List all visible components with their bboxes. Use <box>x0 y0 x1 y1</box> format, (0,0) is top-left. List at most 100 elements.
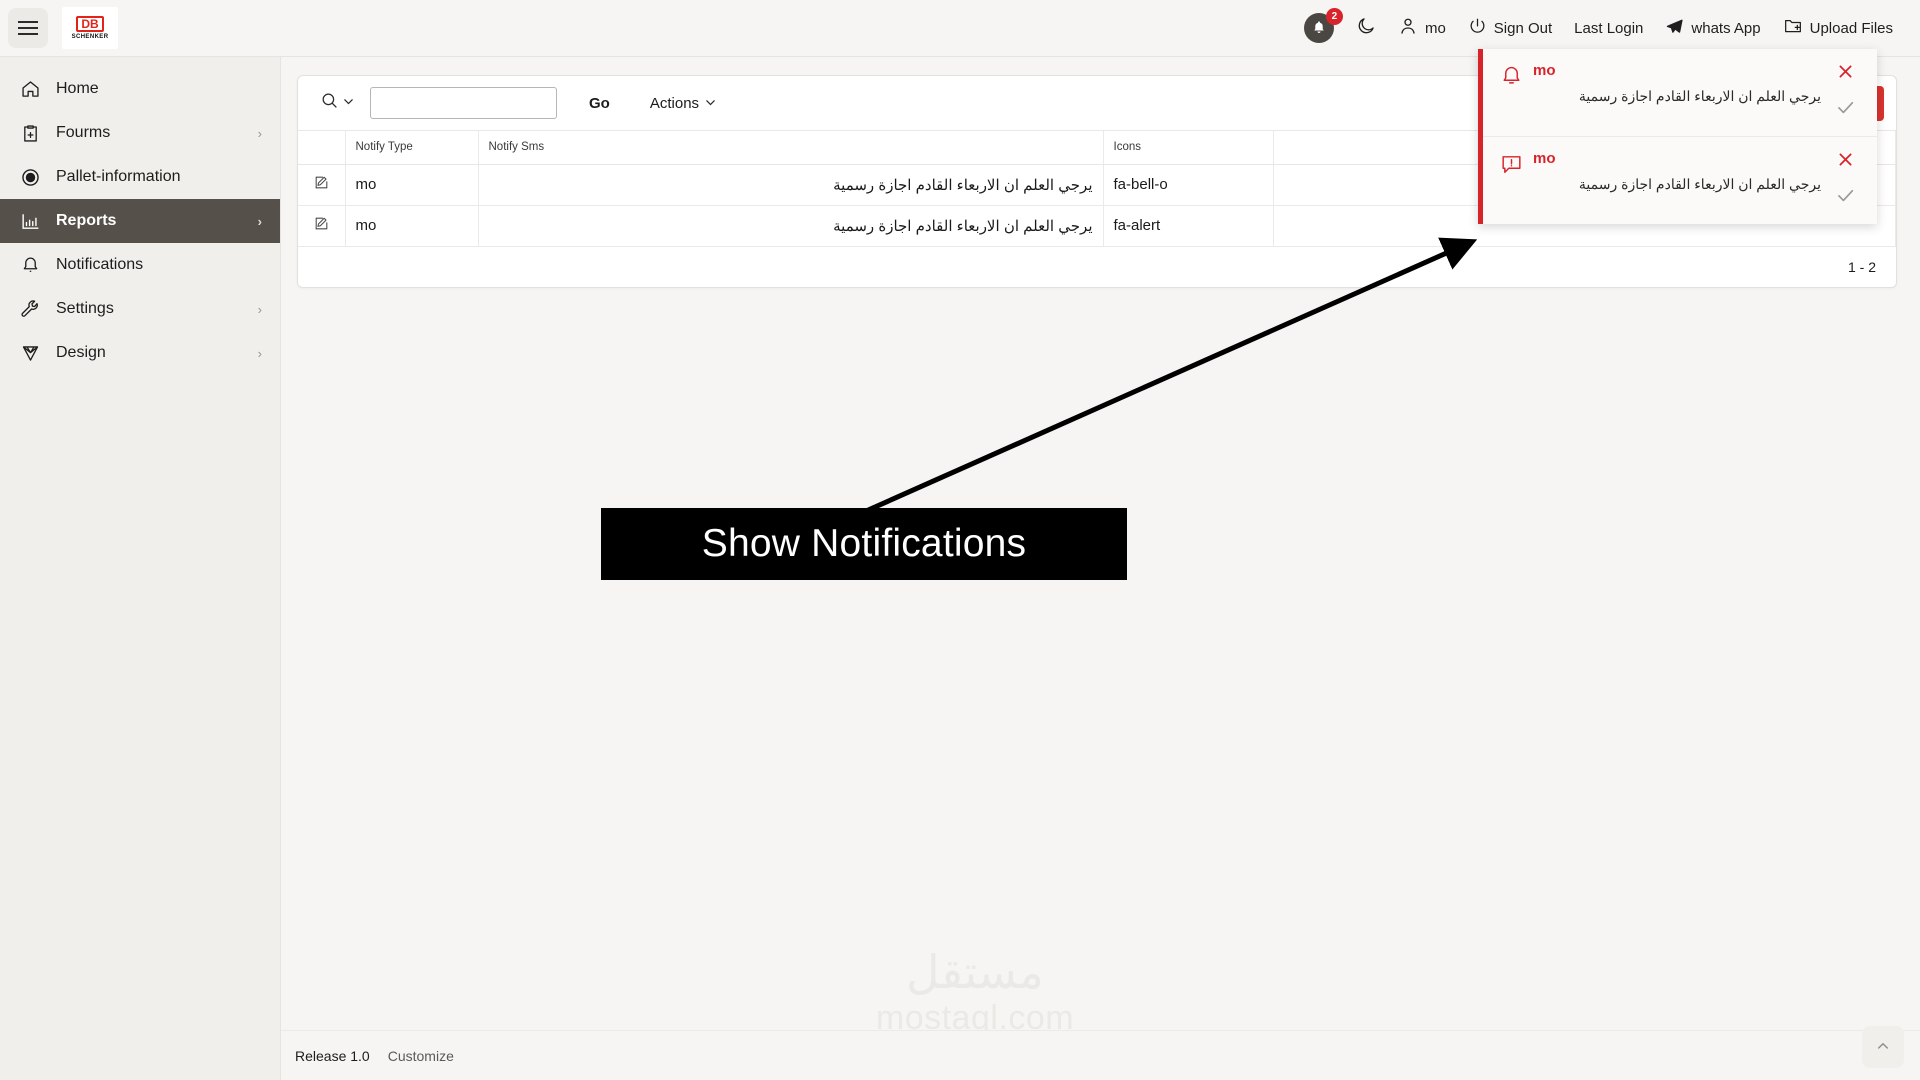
sidebar-item-label: Design <box>56 344 106 361</box>
column-header-edit[interactable] <box>298 131 346 165</box>
hamburger-bar <box>18 27 38 29</box>
scroll-to-top-button[interactable] <box>1862 1026 1904 1068</box>
hamburger-menu-icon[interactable] <box>8 8 48 48</box>
whatsapp-label: whats App <box>1691 19 1761 37</box>
user-menu[interactable]: mo <box>1387 8 1457 48</box>
check-icon[interactable] <box>1835 185 1856 211</box>
sidebar-item-design[interactable]: Design › <box>0 331 280 375</box>
close-x-icon[interactable] <box>1836 62 1855 86</box>
folder-plus-icon <box>1783 16 1803 40</box>
check-icon[interactable] <box>1835 97 1856 123</box>
actions-label: Actions <box>649 94 700 112</box>
customize-link[interactable]: Customize <box>388 1048 454 1064</box>
notification-body: mo يرجي العلم ان الاربعاء القادم اجازة ر… <box>1529 150 1827 193</box>
bell-outline-icon <box>1499 62 1529 94</box>
notification-actions <box>1827 62 1863 123</box>
cell-notify-type: mo <box>345 164 479 206</box>
notification-message: يرجي العلم ان الاربعاء القادم اجازة رسمي… <box>1578 88 1821 104</box>
power-icon <box>1468 17 1487 40</box>
pagination-range: 1 - 2 <box>1847 258 1876 275</box>
chevron-right-icon: › <box>257 345 262 361</box>
paper-plane-icon <box>1665 17 1684 40</box>
sidebar-item-label: Reports <box>56 212 117 229</box>
circle-dot-icon <box>18 167 42 188</box>
last-login-button[interactable]: Last Login <box>1563 8 1654 48</box>
notification-item[interactable]: mo يرجي العلم ان الاربعاء القادم اجازة ر… <box>1483 49 1877 136</box>
pagination-control[interactable]: 1 - 2 <box>298 246 1896 287</box>
magnifier-icon <box>320 91 339 115</box>
search-column-selector[interactable] <box>312 91 362 115</box>
sidebar-item-settings[interactable]: Settings › <box>0 287 280 331</box>
go-button[interactable]: Go <box>579 89 620 118</box>
sign-out-label: Sign Out <box>1493 19 1553 37</box>
annotation-label: Show Notifications <box>701 522 1027 565</box>
hamburger-bar <box>18 21 38 23</box>
sidebar-item-label: Home <box>56 80 99 97</box>
notifications-bell-button[interactable]: 2 <box>1293 8 1345 48</box>
notification-body: mo يرجي العلم ان الاربعاء القادم اجازة ر… <box>1529 62 1827 105</box>
moon-icon <box>1356 16 1376 40</box>
notification-title: mo <box>1533 62 1556 79</box>
notification-title: mo <box>1533 150 1556 167</box>
notification-message: يرجي العلم ان الاربعاء القادم اجازة رسمي… <box>1578 176 1821 192</box>
dark-mode-toggle[interactable] <box>1345 8 1387 48</box>
row-edit-cell[interactable] <box>298 205 346 247</box>
user-name-label: mo <box>1424 19 1446 37</box>
app-footer: Release 1.0 Customize <box>281 1026 1920 1080</box>
bell-wrapper: 2 <box>1303 8 1343 43</box>
sidebar-navigation: Home Fourms › Pallet-information Reports… <box>0 57 281 1080</box>
chevron-right-icon: › <box>257 125 262 141</box>
edit-pencil-icon[interactable] <box>313 176 330 195</box>
hamburger-bar <box>18 33 38 35</box>
sidebar-item-label: Notifications <box>56 256 144 273</box>
home-icon <box>18 79 42 100</box>
app-logo[interactable]: DB SCHENKER <box>62 7 118 49</box>
sidebar-item-reports[interactable]: Reports › <box>0 199 280 243</box>
last-login-label: Last Login <box>1574 19 1644 37</box>
logo-db-text: DB <box>76 16 104 32</box>
bar-chart-icon <box>18 211 42 232</box>
upload-files-button[interactable]: Upload Files <box>1772 8 1904 48</box>
sidebar-item-pallet-information[interactable]: Pallet-information <box>0 155 280 199</box>
actions-menu-button[interactable]: Actions <box>640 89 726 118</box>
user-icon <box>1398 16 1418 40</box>
chevron-right-icon: › <box>257 301 262 317</box>
cell-icons: fa-alert <box>1103 205 1274 247</box>
sidebar-item-label: Pallet-information <box>56 168 181 185</box>
chevron-up-icon <box>1875 1038 1891 1057</box>
cell-notify-sms: يرجي العلم ان الاربعاء القادم اجازة رسمي… <box>478 205 1104 247</box>
notification-badge-count: 2 <box>1325 8 1343 25</box>
column-header-notify-type[interactable]: Notify Type <box>345 131 479 165</box>
wrench-icon <box>18 299 42 320</box>
cell-icons: fa-bell-o <box>1103 164 1274 206</box>
notification-actions <box>1827 150 1863 211</box>
sidebar-item-notifications[interactable]: Notifications <box>0 243 280 287</box>
chevron-right-icon: › <box>257 213 262 229</box>
sidebar-item-label: Fourms <box>56 124 111 141</box>
column-header-notify-sms[interactable]: Notify Sms <box>478 131 1104 165</box>
notification-item[interactable]: mo يرجي العلم ان الاربعاء القادم اجازة ر… <box>1483 136 1877 224</box>
sidebar-item-home[interactable]: Home <box>0 67 280 111</box>
chevron-down-icon <box>343 94 354 112</box>
bell-icon <box>18 255 42 276</box>
cell-notify-sms: يرجي العلم ان الاربعاء القادم اجازة رسمي… <box>478 164 1104 206</box>
annotation-callout: Show Notifications <box>601 508 1127 580</box>
edit-pencil-icon[interactable] <box>313 217 330 236</box>
header-actions: 2 mo Sign Out Last Login whats App Uploa… <box>1293 0 1920 56</box>
upload-files-label: Upload Files <box>1809 19 1893 37</box>
clipboard-plus-icon <box>18 123 42 144</box>
sign-out-button[interactable]: Sign Out <box>1457 8 1563 48</box>
column-header-icons[interactable]: Icons <box>1103 131 1274 165</box>
notifications-dropdown-panel: mo يرجي العلم ان الاربعاء القادم اجازة ر… <box>1478 49 1877 224</box>
whatsapp-button[interactable]: whats App <box>1654 8 1771 48</box>
release-label: Release 1.0 <box>295 1047 370 1064</box>
search-input[interactable] <box>370 87 557 119</box>
diamond-icon <box>18 343 42 364</box>
sidebar-item-fourms[interactable]: Fourms › <box>0 111 280 155</box>
row-edit-cell[interactable] <box>298 164 346 206</box>
alert-comment-icon <box>1499 150 1529 182</box>
chevron-down-icon <box>705 95 716 112</box>
logo-schenker-text: SCHENKER <box>71 34 109 40</box>
sidebar-item-label: Settings <box>56 300 114 317</box>
close-x-icon[interactable] <box>1836 150 1855 174</box>
